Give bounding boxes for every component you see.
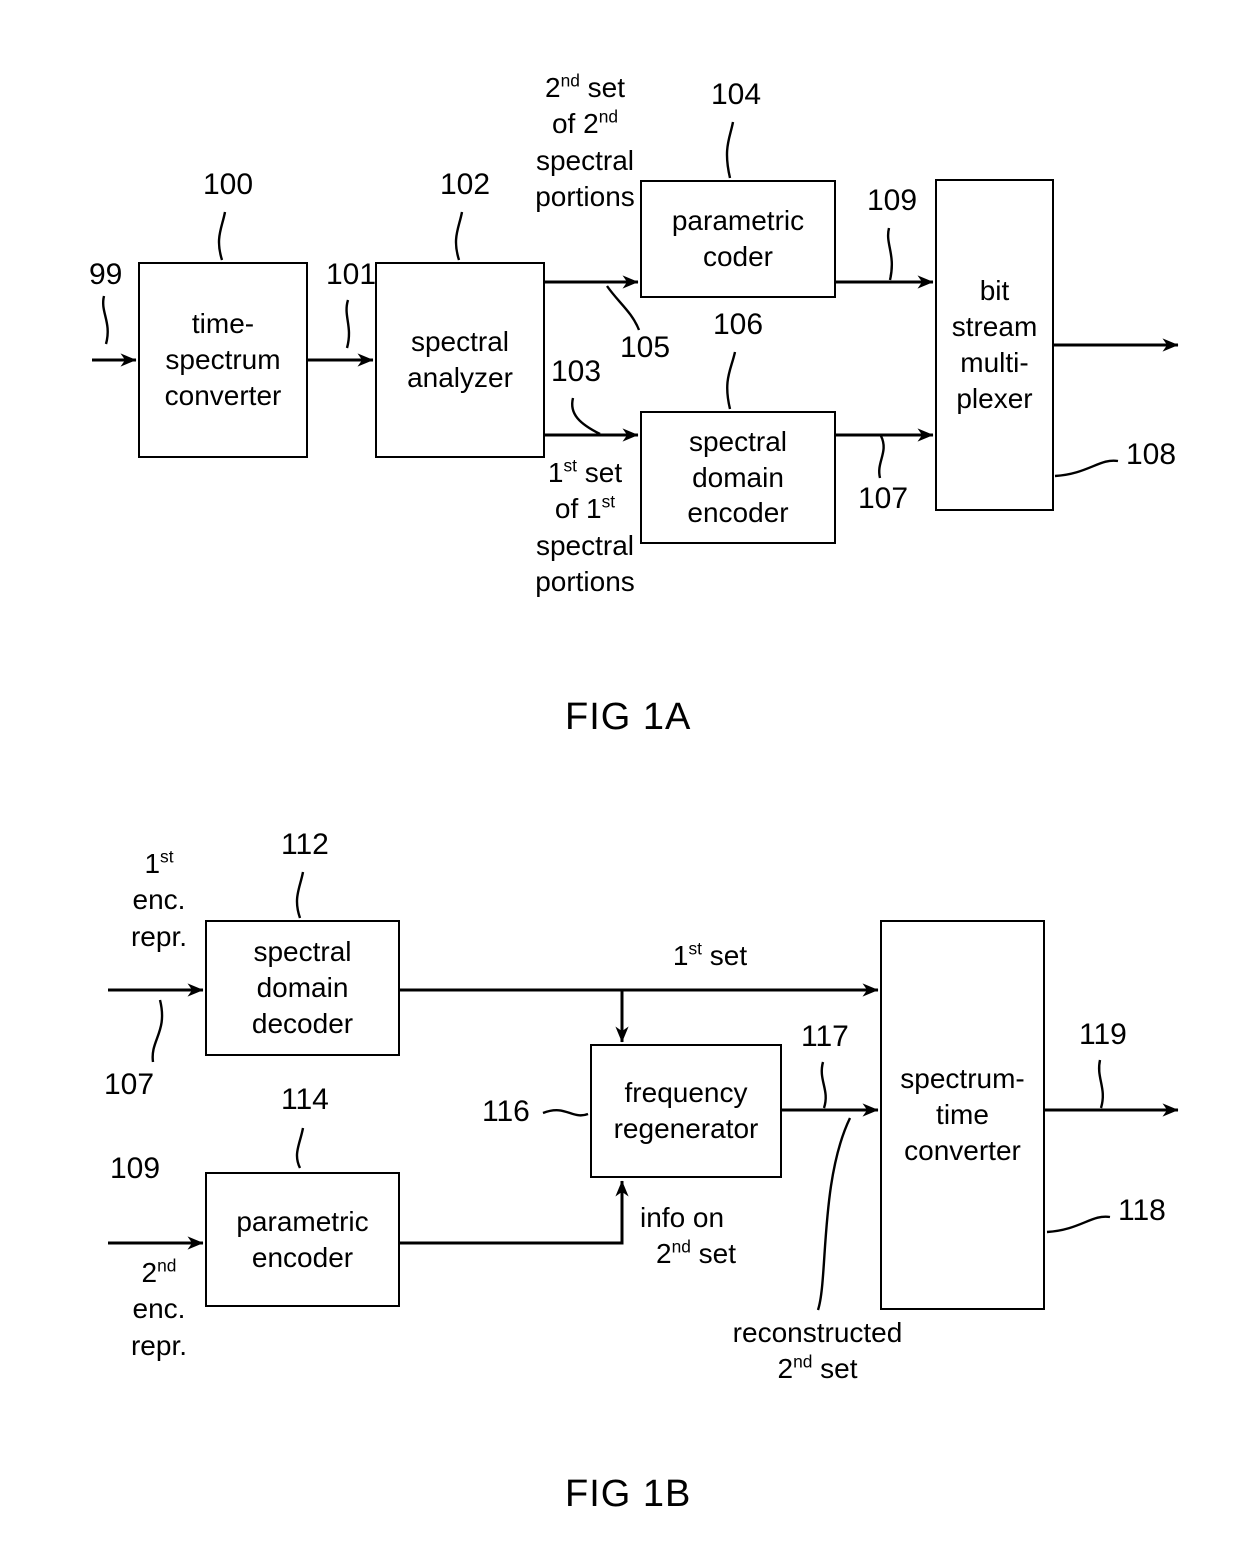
label-line: info on [640,1202,725,1233]
block-spectral-domain-encoder[interactable]: spectral domain encoder [640,411,836,544]
ref-116: 116 [482,1095,530,1128]
block-time-spectrum-converter[interactable]: time- spectrum converter [138,262,308,458]
block-line: time [936,1099,989,1131]
block-line: converter [904,1134,1021,1166]
label-line: 2nd set [656,1237,737,1270]
block-line: spectral [253,936,352,968]
label-info-on-second-set: info on 2nd set [640,1200,820,1273]
ref-117: 117 [801,1020,849,1053]
label-line: enc. [132,884,186,916]
label-line: spectral [535,529,635,561]
block-line: coder [702,241,774,272]
label-line: of 1st [554,492,616,525]
label-line: 1st set [672,938,748,971]
block-line: parametric [236,1205,369,1237]
block-line: plexer [956,382,1033,414]
block-line: regenerator [613,1113,759,1144]
block-line: converter [164,379,282,411]
patent-figure-sheet: time- spectrum converter spectral analyz… [0,0,1240,1565]
block-line: encoder [251,1241,354,1273]
block-parametric-coder[interactable]: parametric coder [640,180,836,298]
label-line: 2nd [141,1255,177,1288]
ref-104: 104 [711,78,762,111]
label-first-set: 1st set [645,938,775,974]
ref-107: 107 [858,482,909,515]
label-reconstructed-second-set: reconstructed 2nd set [710,1315,925,1388]
block-line: bit [979,275,1010,307]
block-line: parametric [671,205,805,237]
block-line: encoder [687,497,789,529]
block-parametric-encoder[interactable]: parametric encoder [205,1172,400,1307]
block-line: spectral [410,326,510,358]
ref-102: 102 [440,168,491,201]
ref-109: 109 [867,184,918,217]
label-line: spectral [535,144,635,176]
label-first-set-of-first-spectral-portions: 1st set of 1st spectral portions [510,455,660,601]
block-frequency-regenerator[interactable]: frequency regenerator [590,1044,782,1178]
ref-112: 112 [281,828,329,861]
ref-118: 118 [1118,1194,1166,1227]
ref-106: 106 [713,308,764,341]
label-second-set-of-second-spectral-portions: 2nd set of 2nd spectral portions [510,70,660,216]
ref-107-decoder-input: 107 [104,1068,155,1101]
label-line: reconstructed [732,1317,903,1348]
ref-103: 103 [551,355,602,388]
block-line: multi- [960,347,1029,378]
block-spectrum-time-converter[interactable]: spectrum- time converter [880,920,1045,1310]
block-line: domain [256,972,349,1004]
label-second-enc-repr: 2nd enc. repr. [105,1255,213,1364]
label-line: portions [535,566,635,598]
label-line: of 2nd [551,107,618,140]
block-line: spectral [688,425,788,457]
block-line: analyzer [407,362,513,393]
ref-108: 108 [1126,438,1177,471]
label-first-enc-repr: 1st enc. repr. [105,846,213,955]
ref-101: 101 [326,258,377,291]
block-line: decoder [251,1007,354,1039]
ref-119: 119 [1079,1018,1127,1051]
label-line: portions [535,181,635,213]
block-spectral-domain-decoder[interactable]: spectral domain decoder [205,920,400,1056]
label-line: 1st [144,846,174,879]
block-bit-stream-multiplexer[interactable]: bit stream multi- plexer [935,179,1054,511]
block-line: frequency [624,1077,748,1109]
ref-114: 114 [281,1083,329,1116]
ref-109-encoder-input: 109 [110,1152,161,1185]
block-spectral-analyzer[interactable]: spectral analyzer [375,262,545,458]
label-line: 1st set [547,455,623,488]
figure-caption-1b: FIG 1B [565,1473,692,1515]
block-line: stream [951,311,1038,343]
block-line: time- [191,308,255,340]
ref-99: 99 [89,258,123,291]
figure-caption-1a: FIG 1A [565,696,692,738]
block-line: spectrum [165,344,281,376]
block-line: domain [692,461,784,493]
label-line: 2nd set [777,1352,858,1385]
label-line: 2nd set [544,70,626,103]
block-line: spectrum- [900,1063,1025,1095]
label-line: repr. [130,1329,188,1361]
label-line: repr. [130,920,188,952]
label-line: enc. [132,1293,186,1325]
ref-100: 100 [203,168,254,201]
ref-105: 105 [620,331,671,364]
